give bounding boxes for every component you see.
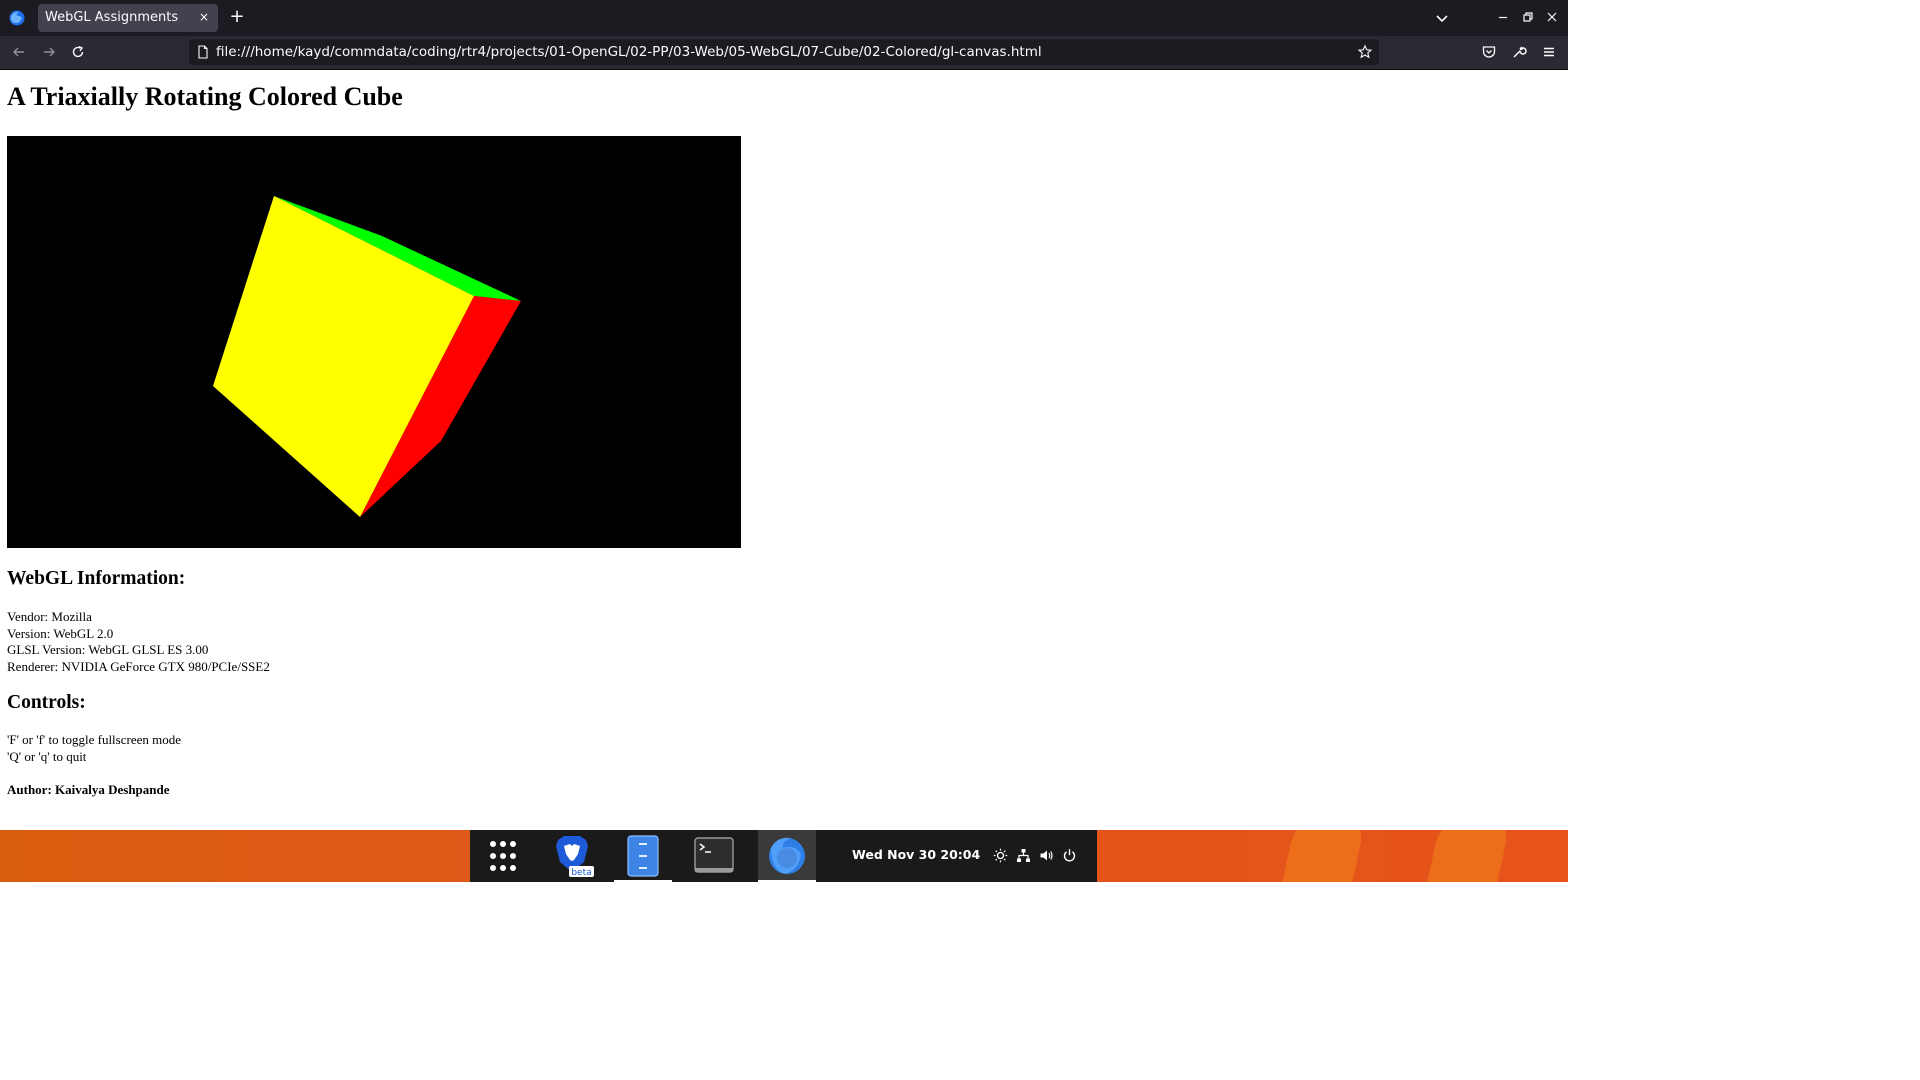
webgl-info-heading: WebGL Information: <box>7 568 186 589</box>
clock[interactable]: Wed Nov 30 20:04 <box>852 847 980 862</box>
info-version: Version: WebGL 2.0 <box>7 626 114 641</box>
control-quit: 'Q' or 'q' to quit <box>7 749 87 764</box>
page-icon <box>198 45 208 59</box>
close-tab-icon[interactable]: × <box>196 9 212 25</box>
address-bar[interactable]: file:///home/kayd/commdata/coding/rtr4/p… <box>189 39 1379 65</box>
restore-icon[interactable] <box>1520 9 1536 25</box>
browser-tab-bar: WebGL Assignments × + <box>0 0 1568 36</box>
wallpaper-shape <box>1417 830 1513 882</box>
info-vendor: Vendor: Mozilla <box>7 609 92 624</box>
author-line: Author: Kaivalya Deshpande <box>7 782 170 797</box>
firefox-icon[interactable] <box>759 834 815 878</box>
reload-icon[interactable] <box>70 44 86 60</box>
app-grid-icon[interactable] <box>475 834 531 878</box>
wallpaper-shape <box>1272 830 1368 882</box>
dock: beta Wed Nov 30 20:04 <box>470 830 1097 882</box>
page-title: A Triaxially Rotating Colored Cube <box>7 82 403 111</box>
control-fullscreen: 'F' or 'f' to toggle fullscreen mode <box>7 732 181 747</box>
tab-title: WebGL Assignments <box>45 10 179 25</box>
back-arrow-icon[interactable] <box>11 44 27 60</box>
browser-nav-bar: file:///home/kayd/commdata/coding/rtr4/p… <box>0 36 1568 70</box>
brave-beta-badge: beta <box>571 868 591 878</box>
controls-heading: Controls: <box>7 692 86 713</box>
firefox-running-indicator <box>758 880 816 882</box>
brave-beta-icon[interactable]: beta <box>544 834 600 878</box>
webgl-canvas[interactable] <box>7 136 741 548</box>
info-glsl-version: GLSL Version: WebGL GLSL ES 3.00 <box>7 642 209 657</box>
info-renderer: Renderer: NVIDIA GeForce GTX 980/PCIe/SS… <box>7 659 270 674</box>
chevron-down-icon[interactable] <box>1434 10 1450 26</box>
power-icon[interactable] <box>1062 848 1077 863</box>
terminal-icon[interactable] <box>687 834 743 878</box>
forward-arrow-icon[interactable] <box>41 44 57 60</box>
pocket-icon[interactable] <box>1481 44 1497 60</box>
wrench-icon[interactable] <box>1511 44 1527 60</box>
files-running-indicator <box>614 880 672 882</box>
volume-icon[interactable] <box>1039 848 1054 863</box>
files-icon[interactable] <box>615 834 671 878</box>
brightness-icon[interactable] <box>993 848 1008 863</box>
tab-webgl-assignments[interactable]: WebGL Assignments × <box>38 4 218 32</box>
hamburger-menu-icon[interactable] <box>1541 44 1557 60</box>
bookmark-star-icon[interactable] <box>1357 44 1373 60</box>
url-text[interactable]: file:///home/kayd/commdata/coding/rtr4/p… <box>216 44 1042 60</box>
minimize-icon[interactable] <box>1495 9 1511 25</box>
page-content: A Triaxially Rotating Colored Cube WebGL… <box>0 70 1568 830</box>
firefox-view-icon[interactable] <box>8 9 26 27</box>
network-icon[interactable] <box>1016 848 1031 863</box>
close-window-icon[interactable] <box>1544 9 1560 25</box>
desktop-taskbar: beta Wed Nov 30 20:04 <box>0 830 1568 882</box>
new-tab-button[interactable]: + <box>228 8 246 26</box>
